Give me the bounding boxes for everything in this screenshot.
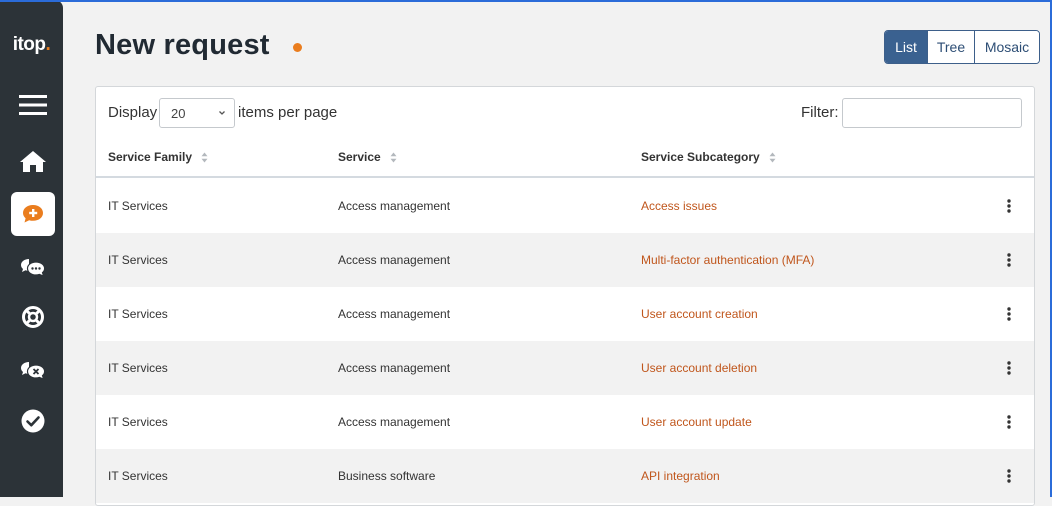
cell-service: Access management: [338, 253, 451, 267]
table-row[interactable]: IT Services Access management User accou…: [96, 395, 1034, 449]
table-header: Service Family Service Service Subcatego…: [96, 141, 1034, 178]
sort-icon: [201, 152, 208, 162]
sort-icon: [769, 152, 776, 162]
sidebar-item-new-request[interactable]: [11, 192, 55, 236]
more-vertical-icon: [1007, 469, 1011, 483]
row-actions-button[interactable]: [1001, 412, 1017, 432]
view-toggle: List Tree Mosaic: [884, 30, 1040, 64]
cell-service: Business software: [338, 469, 436, 483]
cell-service-subcategory-link[interactable]: User account deletion: [641, 361, 757, 375]
view-list-button[interactable]: List: [885, 31, 927, 63]
cell-service-family: IT Services: [108, 361, 168, 375]
row-actions-button[interactable]: [1001, 250, 1017, 270]
row-actions-button[interactable]: [1001, 358, 1017, 378]
column-header-service[interactable]: Service: [338, 150, 397, 164]
table-row[interactable]: IT Services Access management User accou…: [96, 287, 1034, 341]
cell-service-family: IT Services: [108, 199, 168, 213]
cell-service-subcategory-link[interactable]: Access issues: [641, 199, 717, 213]
sidebar: itop.: [0, 0, 63, 497]
home-icon: [20, 151, 46, 172]
table-row[interactable]: IT Services Access management User accou…: [96, 341, 1034, 395]
logo-dot: .: [45, 34, 51, 55]
sidebar-item-home[interactable]: [11, 139, 55, 183]
column-header-service-family[interactable]: Service Family: [108, 150, 208, 164]
filter-label: Filter:: [801, 104, 839, 121]
sidebar-item-closed-requests[interactable]: [11, 348, 55, 392]
per-page-label: items per page: [238, 104, 338, 121]
logo-text: itop: [12, 34, 46, 55]
more-vertical-icon: [1007, 307, 1011, 321]
new-request-icon: [23, 205, 43, 223]
table-row[interactable]: IT Services Business software API integr…: [96, 449, 1034, 503]
sort-icon: [390, 152, 397, 162]
row-actions-button[interactable]: [1001, 304, 1017, 324]
cell-service-family: IT Services: [108, 253, 168, 267]
cell-service-subcategory-link[interactable]: User account creation: [641, 307, 758, 321]
more-vertical-icon: [1007, 361, 1011, 375]
sidebar-item-ongoing-requests[interactable]: [11, 245, 55, 289]
row-actions-button[interactable]: [1001, 466, 1017, 486]
more-vertical-icon: [1007, 415, 1011, 429]
menu-toggle-button[interactable]: [11, 83, 55, 127]
cell-service-subcategory-link[interactable]: Multi-factor authentication (MFA): [641, 253, 814, 267]
chevron-down-icon: [219, 111, 225, 115]
view-mosaic-button[interactable]: Mosaic: [974, 31, 1039, 63]
closed-chat-icon: [21, 362, 46, 380]
cell-service: Access management: [338, 307, 451, 321]
chat-bubbles-icon: [21, 259, 46, 277]
check-circle-icon: [21, 409, 45, 433]
more-vertical-icon: [1007, 253, 1011, 267]
sidebar-item-resolved[interactable]: [11, 399, 55, 443]
cell-service-subcategory-link[interactable]: API integration: [641, 469, 720, 483]
table-row[interactable]: IT Services Access management Access iss…: [96, 179, 1034, 233]
itop-logo[interactable]: itop.: [0, 34, 63, 56]
more-vertical-icon: [1007, 199, 1011, 213]
request-list-panel: Display 20 items per page Filter: Servic…: [95, 86, 1035, 506]
cell-service: Access management: [338, 361, 451, 375]
display-label: Display: [108, 104, 158, 121]
lifebuoy-icon: [22, 306, 44, 328]
sidebar-item-support[interactable]: [11, 295, 55, 339]
view-tree-button[interactable]: Tree: [927, 31, 974, 63]
page-title: New request: [95, 29, 270, 61]
row-actions-button[interactable]: [1001, 196, 1017, 216]
cell-service-family: IT Services: [108, 469, 168, 483]
cell-service: Access management: [338, 415, 451, 429]
column-label: Service: [338, 150, 381, 164]
cell-service-subcategory-link[interactable]: User account update: [641, 415, 752, 429]
column-header-service-subcategory[interactable]: Service Subcategory: [641, 150, 776, 164]
page-size-value: 20: [171, 105, 186, 121]
filter-input[interactable]: [842, 98, 1022, 128]
page-size-select[interactable]: 20: [159, 98, 235, 128]
column-label: Service Family: [108, 150, 193, 164]
menu-icon: [19, 95, 47, 115]
cell-service-family: IT Services: [108, 307, 168, 321]
table-row[interactable]: IT Services Access management Multi-fact…: [96, 233, 1034, 287]
cell-service-family: IT Services: [108, 415, 168, 429]
title-status-dot: [293, 43, 302, 52]
column-label: Service Subcategory: [641, 150, 760, 164]
cell-service: Access management: [338, 199, 451, 213]
